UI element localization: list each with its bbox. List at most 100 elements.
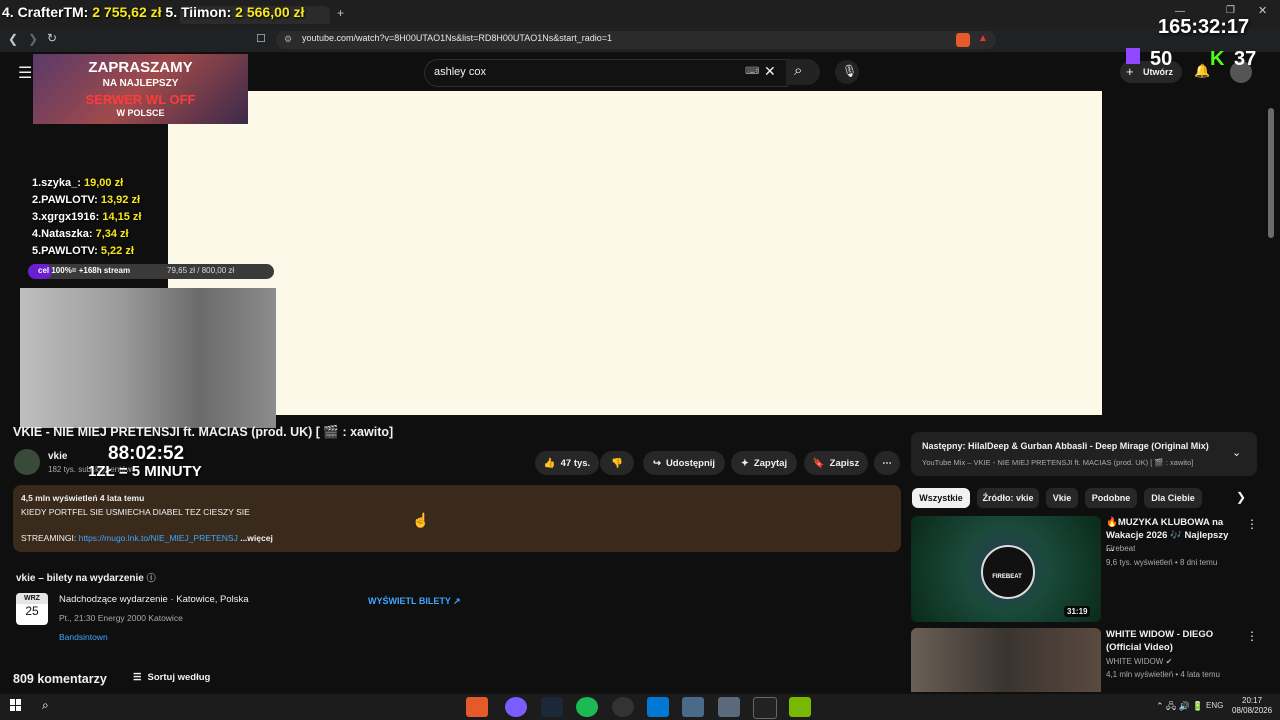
terminal-taskbar-icon[interactable]	[753, 697, 777, 719]
banner-line-4: W POLSCE	[116, 108, 165, 118]
donor-row: 1.szyka_: 19,00 zł	[32, 177, 124, 189]
banner-line-1: ZAPRASZAMY	[88, 59, 193, 76]
app-taskbar-icon[interactable]	[682, 697, 704, 717]
chips-next-icon[interactable]: ❯	[1236, 490, 1246, 504]
twitch-icon	[1126, 48, 1140, 64]
sort-icon: ☰	[133, 672, 142, 683]
event-day: 25	[25, 604, 39, 618]
comments-count: 809 komentarzy	[13, 672, 107, 686]
ask-button[interactable]: ✦ Zapytaj	[731, 451, 797, 475]
discord-taskbar-icon[interactable]	[505, 697, 527, 717]
start-icon[interactable]	[10, 699, 22, 711]
more-link[interactable]: ...więcej	[240, 533, 273, 543]
description-line: KIEDY PORTFEL SIE USMIECHA DIABEL TEZ CI…	[21, 507, 250, 517]
donor-row: 2.PAWLOTV: 13,92 zł	[32, 194, 140, 206]
close-window-icon[interactable]: ✕	[1258, 4, 1267, 17]
more-actions-button[interactable]: ⋯	[874, 451, 900, 475]
donor-row: 4.Nataszka: 7,34 zł	[32, 228, 129, 240]
goal-label: cel 100%= +168h stream	[38, 266, 131, 275]
firebeat-logo	[981, 545, 1035, 599]
chip-source[interactable]: Źródło: vkie	[977, 488, 1039, 508]
url-text: youtube.com/watch?v=8H00UTAO1Ns&list=RD8…	[302, 33, 613, 43]
verified-icon: ✔	[1165, 657, 1173, 666]
search-input[interactable]: ashley cox	[434, 66, 486, 78]
save-button[interactable]: 🔖 Zapisz	[804, 451, 868, 475]
recommendation-channel: Firebeat	[1106, 544, 1136, 553]
streaming-link[interactable]: https://mugo.lnk.to/NIE_MIEJ_PRETENSJ	[79, 533, 238, 543]
more-icon: ⋯	[882, 457, 892, 469]
chip-vkie[interactable]: Vkie	[1046, 488, 1078, 508]
up-next-panel[interactable]	[911, 432, 1257, 476]
reload-icon[interactable]: ↻	[47, 31, 57, 45]
goal-amount: 79,65 zł / 800,00 zł	[167, 266, 235, 275]
share-button[interactable]: ↪ Udostępnij	[643, 451, 725, 475]
recommendation-meta: 9,6 tys. wyświetleń • 8 dni temu	[1106, 558, 1218, 567]
menu-icon[interactable]: ☰	[18, 63, 32, 83]
up-next-subtitle: YouTube Mix – VKIE - NIE MIEJ PRETENSJI …	[922, 458, 1194, 467]
mouse-cursor-icon: ☝	[412, 512, 430, 528]
obs-taskbar-icon[interactable]	[612, 697, 634, 717]
share-icon: ↪	[652, 457, 661, 469]
plus-icon: +	[1126, 64, 1134, 79]
taskbar-search-icon[interactable]: ⌕	[42, 698, 49, 713]
countdown-overlay: 88:02:52	[108, 443, 185, 464]
like-button[interactable]: 👍 47 tys.	[535, 451, 599, 475]
forward-icon[interactable]: ❯	[28, 32, 38, 46]
kick-icon: K	[1210, 48, 1225, 70]
spotify-taskbar-icon[interactable]	[576, 697, 598, 717]
chip-for-you[interactable]: Dla Ciebie	[1144, 488, 1202, 508]
sort-comments-button[interactable]: ☰ Sortuj według	[133, 672, 210, 683]
scrollbar[interactable]	[1268, 108, 1274, 238]
language-indicator[interactable]: ENG	[1206, 701, 1223, 710]
search-icon: ⌕	[794, 62, 803, 79]
more-vert-icon[interactable]: ⋮	[1246, 629, 1258, 643]
event-date: WRZ 25	[16, 593, 48, 625]
system-tray-icons[interactable]: ⌃ 🖧 🔊 🔋	[1156, 699, 1204, 715]
event-provider[interactable]: Bandsintown	[59, 632, 108, 642]
search-button[interactable]	[786, 59, 820, 85]
brave-shield-icon[interactable]	[956, 33, 970, 47]
chip-all[interactable]: Wszystkie	[912, 488, 970, 508]
mic-icon: 🎙	[842, 64, 858, 78]
twitch-viewers: 50	[1150, 48, 1173, 70]
video-title: VKIE - NIE MIEJ PRETENSJI ft. MACIAS (pr…	[13, 425, 394, 439]
view-stats: 4,5 mln wyświetleń 4 lata temu	[21, 493, 145, 503]
keyboard-icon[interactable]: ⌨	[745, 66, 759, 77]
subathon-timer: 165:32:17	[1158, 16, 1250, 38]
view-tickets-button[interactable]: WYŚWIETL BILETY ↗	[368, 596, 461, 607]
new-tab-icon[interactable]: +	[337, 6, 344, 20]
recommendation-title[interactable]: WHITE WIDOW - DIEGO (Official Video)	[1106, 628, 1234, 654]
recommendation-meta: 4,1 mln wyświetleń • 4 lata temu	[1106, 670, 1220, 679]
video-duration: 31:19	[1064, 606, 1091, 617]
maximize-icon[interactable]: ❐	[1226, 5, 1235, 16]
event-title: Nadchodzące wydarzenie · Katowice, Polsk…	[59, 594, 249, 605]
notifications-icon[interactable]: 🔔	[1194, 63, 1210, 79]
bookmark-icon[interactable]: ☐	[256, 32, 266, 45]
site-info-icon[interactable]: ⚙	[284, 34, 292, 45]
top-donors-list: 1.szyka_: 19,00 zł 2.PAWLOTV: 13,92 zł 3…	[32, 175, 141, 260]
more-vert-icon[interactable]: ⋮	[1246, 517, 1258, 531]
donor-row: 5.PAWLOTV: 5,22 zł	[32, 245, 134, 257]
brave-taskbar-icon[interactable]	[466, 697, 488, 717]
taskbar-clock[interactable]: 20:17 08/08/2026	[1232, 696, 1272, 716]
chip-similar[interactable]: Podobne	[1085, 488, 1137, 508]
channel-avatar[interactable]	[14, 449, 40, 475]
bookmark-save-icon: 🔖	[812, 457, 825, 469]
dislike-button[interactable]: 👎	[600, 451, 634, 475]
nvidia-taskbar-icon[interactable]	[789, 697, 811, 717]
donation-ticker: 4. CrafterTM: 2 755,62 zł 5. Tiimon: 2 5…	[2, 4, 305, 20]
dislike-icon: 👎	[611, 457, 623, 469]
recommendation-thumbnail[interactable]	[911, 628, 1101, 692]
app-taskbar-icon[interactable]	[718, 697, 740, 717]
chevron-down-icon[interactable]: ⌄	[1232, 446, 1241, 459]
back-icon[interactable]: ❮	[8, 32, 18, 46]
sparkle-icon: ✦	[740, 457, 749, 469]
channel-name[interactable]: vkie	[48, 451, 67, 462]
tickets-heading: vkie – bilety na wydarzenie ⓘ	[16, 573, 156, 584]
banner-line-2: NA NAJLEPSZY	[102, 78, 179, 89]
brave-rewards-icon[interactable]: ▲	[978, 33, 988, 44]
video-player[interactable]	[168, 91, 1102, 415]
vscode-taskbar-icon[interactable]	[647, 697, 669, 717]
clear-search-icon[interactable]: ✕	[764, 63, 776, 80]
steam-taskbar-icon[interactable]	[541, 697, 563, 717]
